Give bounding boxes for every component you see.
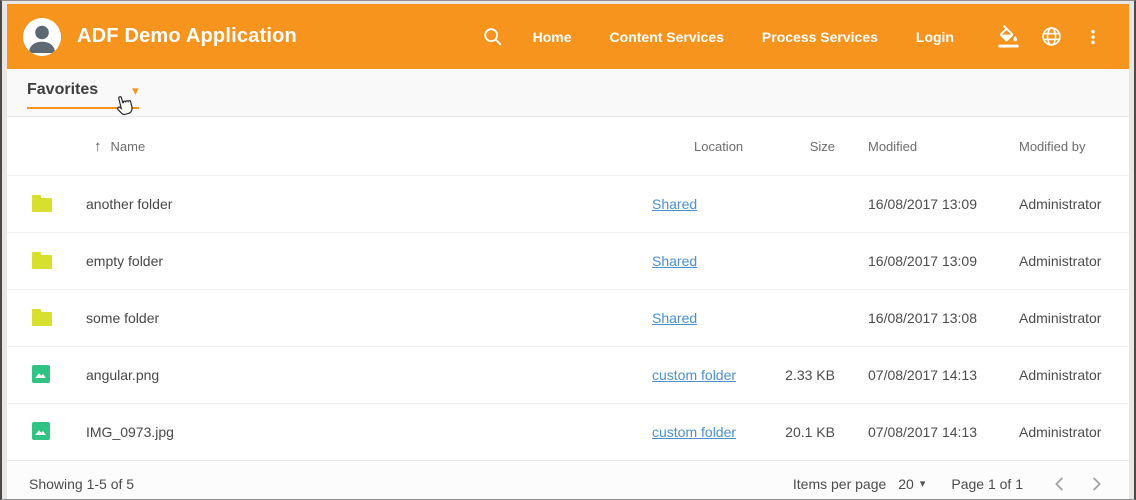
pager-controls: Items per page 20 ▾ Page 1 of 1 [793, 473, 1107, 495]
chevron-down-icon: ▾ [132, 84, 139, 97]
app-window: ADF Demo Application Home Content Servic… [0, 0, 1136, 500]
user-avatar[interactable] [23, 18, 61, 56]
column-header-size[interactable]: Size [757, 117, 835, 176]
chevron-down-icon: ▾ [920, 477, 926, 490]
tab-favorites-label: Favorites [27, 81, 98, 99]
file-name[interactable]: IMG_0973.jpg [69, 404, 645, 461]
nav-login[interactable]: Login [897, 29, 973, 45]
folder-icon [32, 198, 52, 212]
column-header-name[interactable]: ↑ Name [69, 117, 645, 176]
modified-by: Administrator [989, 290, 1129, 347]
file-name[interactable]: angular.png [69, 347, 645, 404]
app-title: ADF Demo Application [77, 25, 297, 48]
column-header-modified-by[interactable]: Modified by [989, 117, 1129, 176]
table-header-row: ↑ Name Location Size Modified Modified b… [7, 117, 1129, 176]
modified-by: Administrator [989, 404, 1129, 461]
language-globe-icon[interactable] [1030, 25, 1073, 48]
location-link[interactable]: Shared [652, 196, 697, 212]
file-size [757, 233, 835, 290]
next-page-icon[interactable] [1085, 473, 1107, 495]
file-name[interactable]: another folder [69, 176, 645, 233]
page-status-label: Page 1 of 1 [951, 476, 1023, 492]
folder-icon [32, 312, 52, 326]
file-size: 2.33 KB [757, 347, 835, 404]
column-header-location[interactable]: Location [645, 117, 757, 176]
location-link[interactable]: Shared [652, 253, 697, 269]
search-icon[interactable] [472, 26, 514, 48]
location-link[interactable]: custom folder [652, 367, 736, 383]
modified-by: Administrator [989, 233, 1129, 290]
file-size [757, 290, 835, 347]
nav-process-services[interactable]: Process Services [743, 29, 897, 45]
app-toolbar: ADF Demo Application Home Content Servic… [7, 4, 1129, 69]
image-file-icon [32, 365, 50, 383]
theme-color-fill-icon[interactable] [987, 25, 1030, 48]
file-name[interactable]: some folder [69, 290, 645, 347]
pagination-bar: Showing 1-5 of 5 Items per page 20 ▾ Pag… [7, 460, 1129, 499]
table-row[interactable]: some folder Shared 16/08/2017 13:08 Admi… [7, 290, 1129, 347]
table-row[interactable]: angular.png custom folder 2.33 KB 07/08/… [7, 347, 1129, 404]
modified-by: Administrator [989, 176, 1129, 233]
modified-date: 16/08/2017 13:08 [835, 290, 989, 347]
image-file-icon [32, 422, 50, 440]
modified-date: 16/08/2017 13:09 [835, 176, 989, 233]
file-name[interactable]: empty folder [69, 233, 645, 290]
file-size: 20.1 KB [757, 404, 835, 461]
person-icon [23, 18, 61, 56]
nav-content-services[interactable]: Content Services [591, 29, 743, 45]
table-row[interactable]: another folder Shared 16/08/2017 13:09 A… [7, 176, 1129, 233]
location-link[interactable]: Shared [652, 310, 697, 326]
folder-icon [32, 255, 52, 269]
items-per-page-value: 20 [898, 476, 914, 492]
showing-range-label: Showing 1-5 of 5 [29, 476, 134, 492]
files-table: ↑ Name Location Size Modified Modified b… [7, 117, 1129, 460]
nav-home[interactable]: Home [514, 29, 591, 45]
modified-date: 07/08/2017 14:13 [835, 347, 989, 404]
modified-by: Administrator [989, 347, 1129, 404]
items-per-page-label: Items per page [793, 476, 886, 492]
table-row[interactable]: IMG_0973.jpg custom folder 20.1 KB 07/08… [7, 404, 1129, 461]
tab-bar: Favorites ▾ [7, 69, 1129, 117]
adf-demo-app: ADF Demo Application Home Content Servic… [7, 4, 1129, 499]
items-per-page-select[interactable]: 20 ▾ [898, 476, 925, 492]
toolbar-nav: Home Content Services Process Services L… [514, 29, 987, 45]
location-link[interactable]: custom folder [652, 424, 736, 440]
table-row[interactable]: empty folder Shared 16/08/2017 13:09 Adm… [7, 233, 1129, 290]
modified-date: 16/08/2017 13:09 [835, 233, 989, 290]
tab-favorites[interactable]: Favorites ▾ [27, 81, 139, 109]
more-menu-icon[interactable] [1073, 26, 1113, 48]
column-name-label: Name [111, 139, 146, 154]
items-per-page: Items per page 20 ▾ [793, 476, 926, 492]
modified-date: 07/08/2017 14:13 [835, 404, 989, 461]
column-header-modified[interactable]: Modified [835, 117, 989, 176]
header-icon-spacer [7, 117, 69, 176]
page-nav-buttons [1049, 473, 1107, 495]
previous-page-icon[interactable] [1049, 473, 1071, 495]
file-size [757, 176, 835, 233]
sort-ascending-icon[interactable]: ↑ [94, 138, 102, 155]
document-list: ↑ Name Location Size Modified Modified b… [7, 117, 1129, 499]
